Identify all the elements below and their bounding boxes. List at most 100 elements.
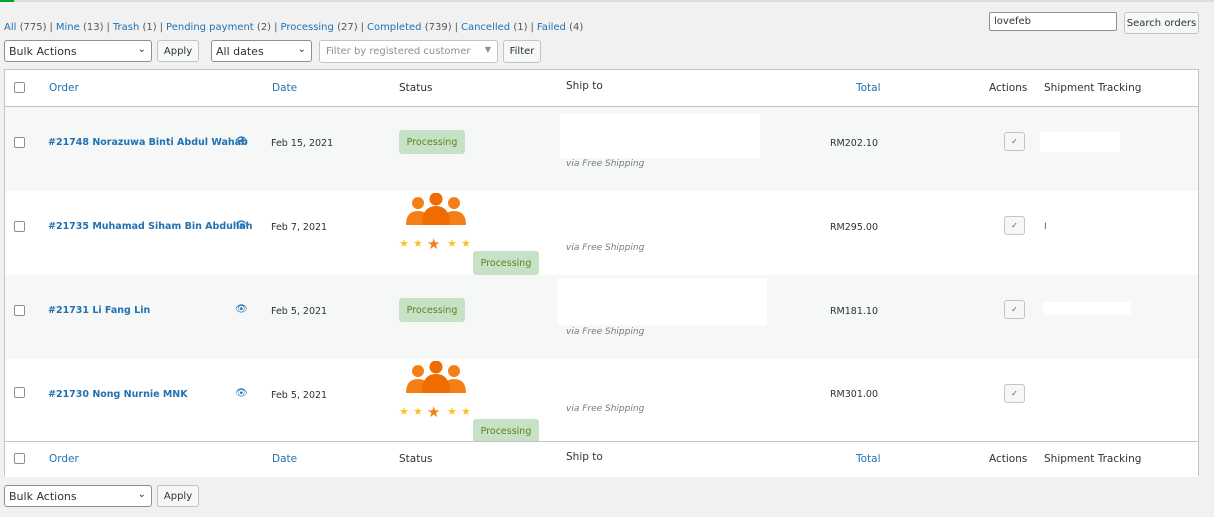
chevron-down-icon: ⌄ bbox=[137, 489, 146, 500]
column-date-footer[interactable]: Date bbox=[272, 453, 297, 465]
check-icon[interactable]: ✓ bbox=[1004, 300, 1025, 319]
filter-pending-label[interactable]: Pending payment bbox=[166, 22, 254, 33]
filter-trash-label[interactable]: Trash bbox=[113, 22, 139, 33]
search-input[interactable]: lovefeb bbox=[989, 12, 1117, 31]
filter-separator: | bbox=[106, 22, 110, 33]
customer-filter-select[interactable]: Filter by registered customer ▼ bbox=[319, 40, 498, 63]
status-filter-links: All (775) | Mine (13) | Trash (1) | Pending pa… bbox=[4, 22, 583, 33]
order-total: RM301.00 bbox=[829, 389, 878, 400]
table-row[interactable]: #21731 Li Fang Lin 👁 Feb 5, 2021 Process… bbox=[5, 275, 1198, 359]
filter-button[interactable]: Filter bbox=[503, 40, 541, 63]
order-link[interactable]: #21731 Li Fang Lin bbox=[48, 305, 150, 316]
eye-icon[interactable]: 👁 bbox=[235, 388, 248, 399]
filter-processing[interactable]: Processing (27) bbox=[280, 22, 357, 33]
column-status: Status bbox=[399, 82, 433, 94]
bulk-actions-select-top[interactable]: Bulk Actions ⌄ bbox=[4, 40, 152, 62]
top-border-accent bbox=[0, 0, 14, 2]
table-row[interactable]: #21735 Muhamad Siham Bin Abdullah 👁 Feb … bbox=[5, 191, 1198, 275]
filter-separator: | bbox=[49, 22, 53, 33]
filter-separator: | bbox=[454, 22, 458, 33]
status-badge: Processing bbox=[399, 298, 465, 322]
order-link[interactable]: #21735 Muhamad Siham Bin Abdullah bbox=[48, 221, 253, 232]
filter-failed-label[interactable]: Failed bbox=[537, 22, 566, 33]
column-order-footer[interactable]: Order bbox=[49, 453, 79, 465]
filter-separator: | bbox=[360, 22, 364, 33]
svg-text:★: ★ bbox=[427, 235, 440, 251]
ship-to-address bbox=[558, 278, 767, 325]
column-order[interactable]: Order bbox=[49, 82, 79, 94]
filter-pending[interactable]: Pending payment (2) bbox=[166, 22, 271, 33]
column-total-footer[interactable]: Total bbox=[856, 453, 881, 465]
row-checkbox[interactable] bbox=[14, 387, 25, 398]
filter-cancelled[interactable]: Cancelled (1) bbox=[461, 22, 528, 33]
filter-pending-count: (2) bbox=[256, 22, 272, 33]
date-filter-select[interactable]: All dates ⌄ bbox=[211, 40, 312, 62]
svg-text:★: ★ bbox=[413, 237, 423, 250]
shipping-method: via Free Shipping bbox=[566, 243, 645, 253]
filter-all[interactable]: All (775) bbox=[4, 22, 46, 33]
eye-icon[interactable]: 👁 bbox=[235, 136, 248, 147]
order-link[interactable]: #21730 Nong Nurnie MNK bbox=[48, 389, 188, 400]
svg-text:★: ★ bbox=[413, 405, 423, 418]
filter-cancelled-count: (1) bbox=[513, 22, 528, 33]
filter-processing-label[interactable]: Processing bbox=[280, 22, 333, 33]
order-date: Feb 15, 2021 bbox=[271, 138, 334, 149]
shipping-method: via Free Shipping bbox=[566, 327, 645, 337]
column-date[interactable]: Date bbox=[272, 82, 297, 94]
filter-completed[interactable]: Completed (739) bbox=[367, 22, 452, 33]
column-actions-footer: Actions bbox=[989, 453, 1028, 465]
svg-text:★: ★ bbox=[427, 403, 440, 419]
shipping-method: via Free Shipping bbox=[566, 404, 645, 414]
filter-mine-count: (13) bbox=[82, 22, 104, 33]
order-link[interactable]: #21748 Norazuwa Binti Abdul Wahab bbox=[48, 137, 248, 148]
search-orders-button[interactable]: Search orders bbox=[1124, 12, 1199, 34]
check-icon[interactable]: ✓ bbox=[1004, 216, 1025, 235]
filter-mine-label[interactable]: Mine bbox=[56, 22, 80, 33]
table-row[interactable]: #21748 Norazuwa Binti Abdul Wahab 👁 Feb … bbox=[5, 107, 1198, 191]
row-checkbox[interactable] bbox=[14, 305, 25, 316]
select-all-checkbox[interactable] bbox=[14, 82, 25, 93]
tracking-info bbox=[1040, 132, 1120, 152]
customer-group-rating-icon: ★ ★ ★ ★ ★ bbox=[399, 193, 471, 251]
filter-failed[interactable]: Failed (4) bbox=[537, 22, 583, 33]
row-checkbox[interactable] bbox=[14, 137, 25, 148]
table-footer: Order Date Status Ship to Total Actions … bbox=[5, 441, 1198, 477]
filter-trash[interactable]: Trash (1) bbox=[113, 22, 157, 33]
filter-mine[interactable]: Mine (13) bbox=[56, 22, 104, 33]
column-shipment-tracking-footer: Shipment Tracking bbox=[1044, 453, 1142, 465]
svg-text:★: ★ bbox=[399, 405, 409, 418]
check-icon[interactable]: ✓ bbox=[1004, 384, 1025, 403]
filter-completed-label[interactable]: Completed bbox=[367, 22, 422, 33]
order-date: Feb 7, 2021 bbox=[271, 222, 328, 233]
status-badge: Processing bbox=[399, 130, 465, 154]
column-status-footer: Status bbox=[399, 453, 433, 465]
eye-icon[interactable]: 👁 bbox=[235, 220, 248, 231]
eye-icon[interactable]: 👁 bbox=[235, 304, 248, 315]
order-date: Feb 5, 2021 bbox=[271, 306, 328, 317]
filter-all-count: (775) bbox=[19, 22, 47, 33]
chevron-down-icon: ⌄ bbox=[297, 44, 306, 55]
row-checkbox[interactable] bbox=[14, 221, 25, 232]
filter-all-label[interactable]: All bbox=[4, 22, 16, 33]
select-all-checkbox-footer[interactable] bbox=[14, 453, 25, 464]
top-border bbox=[0, 0, 1214, 2]
apply-button-top[interactable]: Apply bbox=[157, 40, 199, 62]
table-row[interactable]: #21730 Nong Nurnie MNK 👁 Feb 5, 2021 ★ ★… bbox=[5, 359, 1198, 443]
orders-table: Order Date Status Ship to Total Actions … bbox=[4, 69, 1199, 477]
tracking-info bbox=[1043, 302, 1131, 315]
order-total: RM295.00 bbox=[829, 222, 878, 233]
filter-completed-count: (739) bbox=[424, 22, 452, 33]
ship-to-address bbox=[560, 114, 760, 158]
column-shipment-tracking: Shipment Tracking bbox=[1044, 82, 1142, 94]
check-icon[interactable]: ✓ bbox=[1004, 132, 1025, 151]
shipping-method: via Free Shipping bbox=[566, 159, 645, 169]
apply-button-bottom[interactable]: Apply bbox=[157, 485, 199, 507]
column-total[interactable]: Total bbox=[856, 82, 881, 94]
filter-cancelled-label[interactable]: Cancelled bbox=[461, 22, 510, 33]
svg-text:★: ★ bbox=[461, 405, 471, 418]
filter-trash-count: (1) bbox=[142, 22, 157, 33]
status-badge: Processing bbox=[473, 251, 539, 275]
bulk-actions-value: Bulk Actions bbox=[9, 489, 77, 503]
bulk-actions-select-bottom[interactable]: Bulk Actions ⌄ bbox=[4, 485, 152, 507]
status-badge: Processing bbox=[473, 419, 539, 443]
